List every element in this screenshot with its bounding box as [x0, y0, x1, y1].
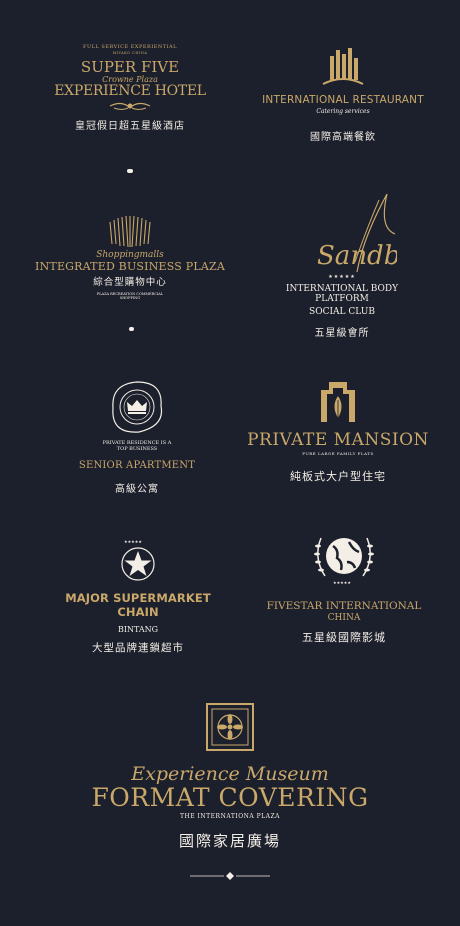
cinema-cn: 五星級國際影城 — [302, 631, 386, 644]
hotel-line2: EXPERIENCE HOTEL — [54, 83, 206, 99]
museum-script: Experience Museum — [131, 763, 329, 785]
divider-flourish-icon — [190, 872, 270, 880]
svg-text:★★★★★: ★★★★★ — [124, 539, 142, 544]
logo-cinema: ★★★★★ FIVESTAR INTERNATIONAL CHINA 五星級國際… — [256, 528, 432, 645]
restaurant-title: INTERNATIONAL RESTAURANT — [262, 94, 424, 106]
svg-text:★★★★★: ★★★★★ — [333, 580, 351, 585]
supermarket-cn: 大型品牌連鎖超市 — [92, 642, 184, 654]
logo-social-club: Sandbeach ★★★★★ INTERNATIONAL BODY PLATF… — [262, 188, 422, 339]
supermarket-title: MAJOR SUPERMARKET CHAIN — [65, 591, 211, 619]
restaurant-cn: 國際高端餐飲 — [310, 132, 376, 143]
cinema-line1: FIVESTAR INTERNATIONAL — [266, 600, 422, 612]
svg-text:Sandbeach: Sandbeach — [317, 241, 397, 271]
apartment-cn: 高級公寓 — [115, 484, 159, 495]
mansion-sub: PURE LARGE FAMILY FLATS — [302, 451, 374, 456]
plaza-tiny2: SHOPPING — [119, 296, 141, 300]
hotel-cn: 皇冠假日超五星級酒店 — [75, 121, 185, 132]
ribbon-icon — [109, 215, 151, 248]
hotel-line1: SUPER FIVE — [80, 58, 180, 76]
crown-seal-icon — [112, 381, 163, 433]
globe-laurel-icon: ★★★★★ — [314, 537, 374, 585]
building-icon — [322, 48, 364, 85]
plaza-cn: 綜合型購物中心 — [93, 277, 167, 288]
logo-hotel: FULL SERVICE EXPERIENTIAL MIYAKO CHINA S… — [40, 44, 220, 132]
logo-business-plaza: Shoppingmalls INTEGRATED BUSINESS PLAZA … — [30, 214, 230, 300]
mansion-cn: 純板式大户型住宅 — [290, 470, 386, 483]
sandbeach-signature-icon: Sandbeach — [317, 193, 397, 273]
museum-cn: 國際家居廣場 — [178, 832, 281, 850]
ornament-square-icon — [206, 703, 254, 751]
plaza-script: Shoppingmalls — [96, 250, 164, 260]
club-cn: 五星級會所 — [314, 328, 370, 339]
small-mark — [127, 169, 133, 173]
apartment-title: SENIOR APARTMENT — [78, 460, 196, 471]
star-badge-icon: ★★★★★ — [121, 539, 155, 581]
plaza-title: INTEGRATED BUSINESS PLAZA — [35, 260, 225, 273]
mansion-title: PRIVATE MANSION — [247, 430, 429, 450]
stars: ★★★★★ — [328, 274, 356, 280]
apartment-small2: TOP BUSINESS — [116, 446, 158, 452]
logo-supermarket: ★★★★★ MAJOR SUPERMARKET CHAIN BINTANG 大型… — [50, 538, 226, 655]
hotel-subtag: MIYAKO CHINA — [112, 51, 148, 55]
arch-leaf-icon — [321, 382, 355, 422]
hotel-tagline: FULL SERVICE EXPERIENTIAL — [83, 44, 177, 50]
museum-title: FORMAT COVERING — [91, 783, 369, 812]
museum-sub: THE INTERNATIONA PLAZA — [180, 813, 280, 820]
logo-senior-apartment: PRIVATE RESIDENCE IS A TOP BUSINESS SENI… — [60, 378, 214, 495]
club-line2: SOCIAL CLUB — [309, 307, 375, 317]
laurel-icon — [109, 102, 151, 110]
supermarket-sub: BINTANG — [117, 625, 159, 634]
logo-private-mansion: PRIVATE MANSION PURE LARGE FAMILY FLATS … — [240, 378, 436, 484]
cinema-line2: CHINA — [327, 613, 361, 623]
small-mark-2 — [129, 327, 134, 331]
restaurant-sub: Catering services — [316, 108, 370, 115]
logo-home-plaza: Experience Museum FORMAT COVERING THE IN… — [70, 702, 390, 881]
club-line1: INTERNATIONAL BODY PLATFORM — [285, 284, 399, 304]
logo-restaurant: INTERNATIONAL RESTAURANT Catering servic… — [250, 46, 436, 143]
